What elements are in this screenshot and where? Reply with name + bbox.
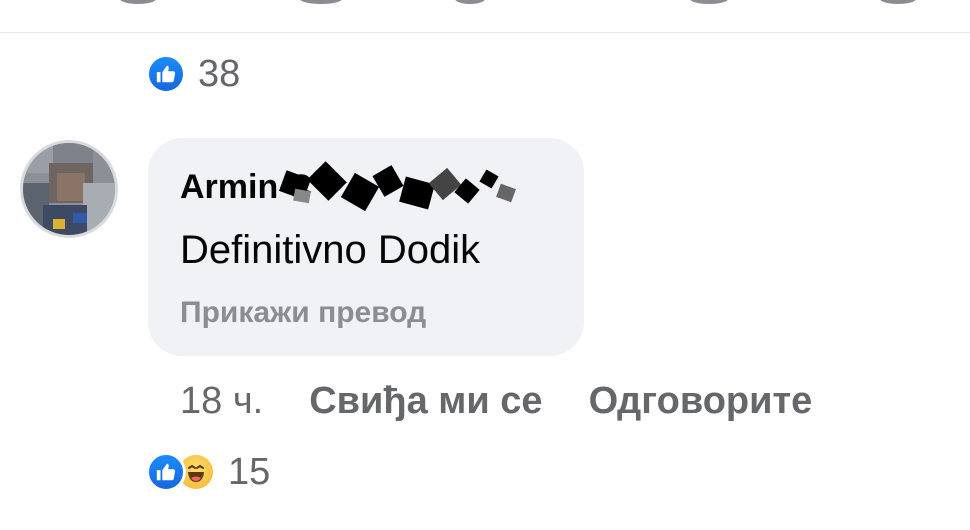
avatar[interactable] bbox=[20, 140, 118, 238]
comment-actions: 18 ч. Свиђа ми се Одговорите bbox=[180, 380, 812, 423]
like-icon bbox=[146, 54, 186, 94]
redaction-mark bbox=[276, 161, 536, 212]
comment-reactions[interactable]: 15 bbox=[146, 452, 270, 492]
post-reactions[interactable]: 38 bbox=[146, 54, 240, 94]
reply-button[interactable]: Одговорите bbox=[589, 380, 813, 423]
clipped-previous-content bbox=[0, 0, 970, 6]
comment-timestamp[interactable]: 18 ч. bbox=[180, 380, 263, 423]
comment-bubble: Armin C Definitivno Dodik Прикажи превод bbox=[148, 138, 584, 356]
like-button[interactable]: Свиђа ми се bbox=[309, 380, 542, 423]
divider bbox=[0, 32, 970, 33]
reaction-count: 15 bbox=[228, 451, 271, 493]
like-icon bbox=[146, 452, 186, 492]
reaction-count: 38 bbox=[198, 53, 241, 95]
comment-text: Definitivno Dodik bbox=[180, 228, 481, 272]
see-translation-link[interactable]: Прикажи превод bbox=[180, 296, 426, 330]
